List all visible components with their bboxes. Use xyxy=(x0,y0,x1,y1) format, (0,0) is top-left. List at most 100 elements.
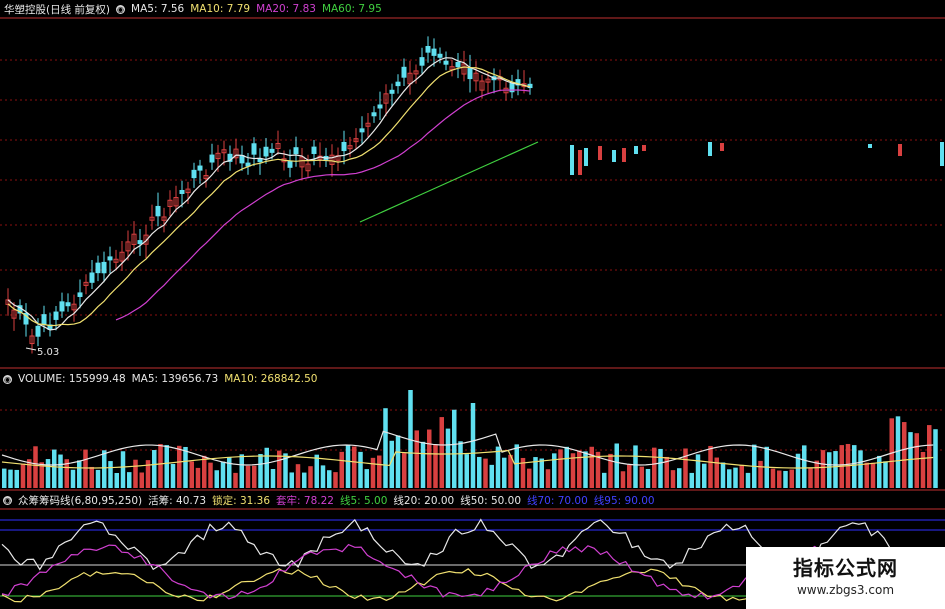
volume-bar xyxy=(458,441,463,488)
volume-bar xyxy=(395,435,401,488)
volume-bar xyxy=(708,445,713,488)
price-candle-right xyxy=(584,148,588,166)
volume-bar xyxy=(158,444,163,488)
volume-bar xyxy=(514,444,519,488)
price-candle xyxy=(269,148,275,153)
volume-bar xyxy=(495,446,501,488)
volume-bar xyxy=(202,455,207,488)
volume-bar xyxy=(170,463,176,488)
volume-bar xyxy=(33,446,38,488)
price-candle xyxy=(263,146,269,157)
volume-circle-icon[interactable]: ◉ xyxy=(3,374,12,384)
volume-bar xyxy=(295,464,301,488)
volume-bar xyxy=(345,444,351,488)
volume-bar xyxy=(14,469,19,488)
indicator-line70: 线70: 70.00 xyxy=(527,494,588,507)
price-candle xyxy=(395,81,401,87)
price-candle xyxy=(371,112,377,117)
volume-bar xyxy=(333,472,338,488)
volume-bar xyxy=(902,422,907,488)
volume-bar xyxy=(77,460,82,488)
volume-bar xyxy=(89,466,94,488)
volume-bar xyxy=(883,461,888,488)
volume-bar xyxy=(670,470,676,488)
price-candle xyxy=(401,66,407,78)
price-candle-right xyxy=(578,150,582,175)
volume-bar xyxy=(245,465,251,488)
volume-bar xyxy=(20,463,26,488)
volume-bar xyxy=(164,445,169,488)
price-candle-right xyxy=(570,145,574,175)
settings-circle-icon[interactable]: ◉ xyxy=(116,4,126,14)
volume-bar xyxy=(558,449,563,488)
volume-bar xyxy=(552,453,557,488)
price-candle xyxy=(41,314,47,325)
volume-bar xyxy=(377,455,382,488)
price-candle-right xyxy=(868,144,872,148)
volume-bar xyxy=(858,450,863,488)
volume-bar xyxy=(683,448,688,488)
volume-bar xyxy=(195,467,201,488)
price-candle xyxy=(377,104,383,109)
price-candle xyxy=(59,301,65,312)
price-candle xyxy=(341,141,347,152)
volume-bar xyxy=(645,468,651,488)
volume-bar xyxy=(414,430,419,488)
volume-bar xyxy=(589,446,594,488)
price-candle xyxy=(65,302,71,307)
volume-bar xyxy=(8,469,13,488)
volume-bar xyxy=(614,443,619,488)
volume-bar xyxy=(133,459,138,488)
volume-bar xyxy=(177,445,182,488)
price-candle xyxy=(77,292,83,297)
watermark-badge: 指标公式网 www.zbgs3.com xyxy=(746,547,945,609)
volume-bar xyxy=(2,468,7,488)
volume-label: VOLUME: 155999.48 xyxy=(18,373,126,385)
volume-bar xyxy=(539,458,544,488)
volume-bar xyxy=(527,468,532,488)
volume-bar xyxy=(183,446,188,488)
volume-bar xyxy=(789,469,794,488)
price-candle-right xyxy=(634,146,638,154)
volume-bar xyxy=(695,454,701,488)
price-candle xyxy=(293,147,299,155)
price-candle-right xyxy=(898,144,902,156)
volume-bar xyxy=(927,425,932,488)
price-candle xyxy=(197,165,203,171)
price-candle-right xyxy=(708,142,712,156)
volume-bar xyxy=(383,408,388,488)
volume-bar xyxy=(545,469,551,488)
low-price-label: 5.03 xyxy=(37,347,59,358)
volume-bar xyxy=(920,451,926,488)
indicator-circle-icon[interactable]: ◉ xyxy=(3,495,12,505)
price-candle xyxy=(239,154,245,164)
volume-bar xyxy=(308,466,313,488)
stock-chart[interactable]: 5.03 xyxy=(0,0,945,609)
indicator-line5: 线5: 5.00 xyxy=(339,494,388,507)
volume-bar xyxy=(739,464,744,488)
watermark-url: www.zbgs3.com xyxy=(796,583,895,597)
indicator-huochou: 活筹: 40.73 xyxy=(148,494,207,507)
volume-bar xyxy=(152,450,157,488)
volume-bar xyxy=(620,471,626,488)
volume-bar xyxy=(83,449,88,488)
price-candle xyxy=(455,61,461,68)
price-candle xyxy=(251,143,257,155)
price-candle xyxy=(95,262,101,274)
volume-bar xyxy=(464,454,469,488)
ma60-line xyxy=(359,141,539,223)
price-candle xyxy=(419,57,425,66)
volume-bar xyxy=(139,472,144,488)
volume-bar xyxy=(727,469,732,488)
price-candle-right xyxy=(720,143,724,151)
volume-bar xyxy=(220,461,226,488)
volume-bar xyxy=(633,445,638,488)
volume-bar xyxy=(470,403,476,488)
price-candle xyxy=(443,60,449,65)
volume-panel-header: ◉ VOLUME: 155999.48 MA5: 139656.73 MA10:… xyxy=(0,370,317,388)
volume-bar xyxy=(733,467,738,488)
volume-bar xyxy=(827,452,832,488)
volume-bar xyxy=(439,417,444,488)
volume-bar xyxy=(302,472,307,488)
volume-bar xyxy=(233,472,238,488)
